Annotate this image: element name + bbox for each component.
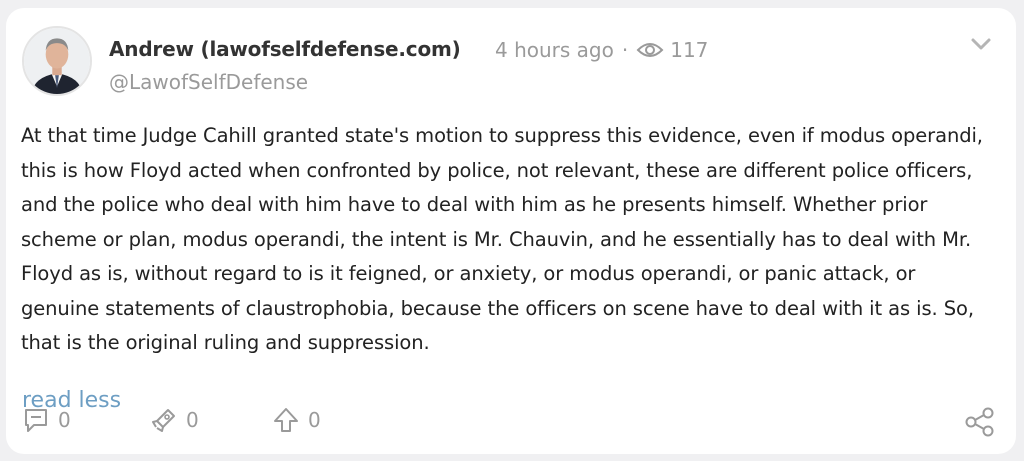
post-card: Andrew (lawofselfdefense.com) 4 hours ag… [6,8,1016,454]
comment-icon [25,409,47,432]
post-meta: 4 hours ago · 117 [495,38,708,62]
like-count: 0 [186,408,199,432]
avatar[interactable] [22,26,92,96]
author-name[interactable]: Andrew (lawofselfdefense.com) [109,37,461,61]
eye-icon [636,43,664,57]
view-count: 117 [670,38,709,62]
upvote-count: 0 [308,408,321,432]
rocket-icon [152,409,175,432]
comment-button[interactable]: 0 [22,406,71,434]
comment-count: 0 [58,408,71,432]
author-handle[interactable]: @LawofSelfDefense [109,70,308,94]
arrow-up-icon [274,408,298,432]
chevron-down-icon[interactable] [970,36,992,52]
post-body: At that time Judge Cahill granted state'… [21,124,983,354]
share-icon[interactable] [964,406,996,438]
like-button[interactable]: 0 [150,406,199,434]
timestamp: 4 hours ago [495,38,614,62]
meta-separator: · [621,38,629,62]
upvote-button[interactable]: 0 [272,406,321,434]
